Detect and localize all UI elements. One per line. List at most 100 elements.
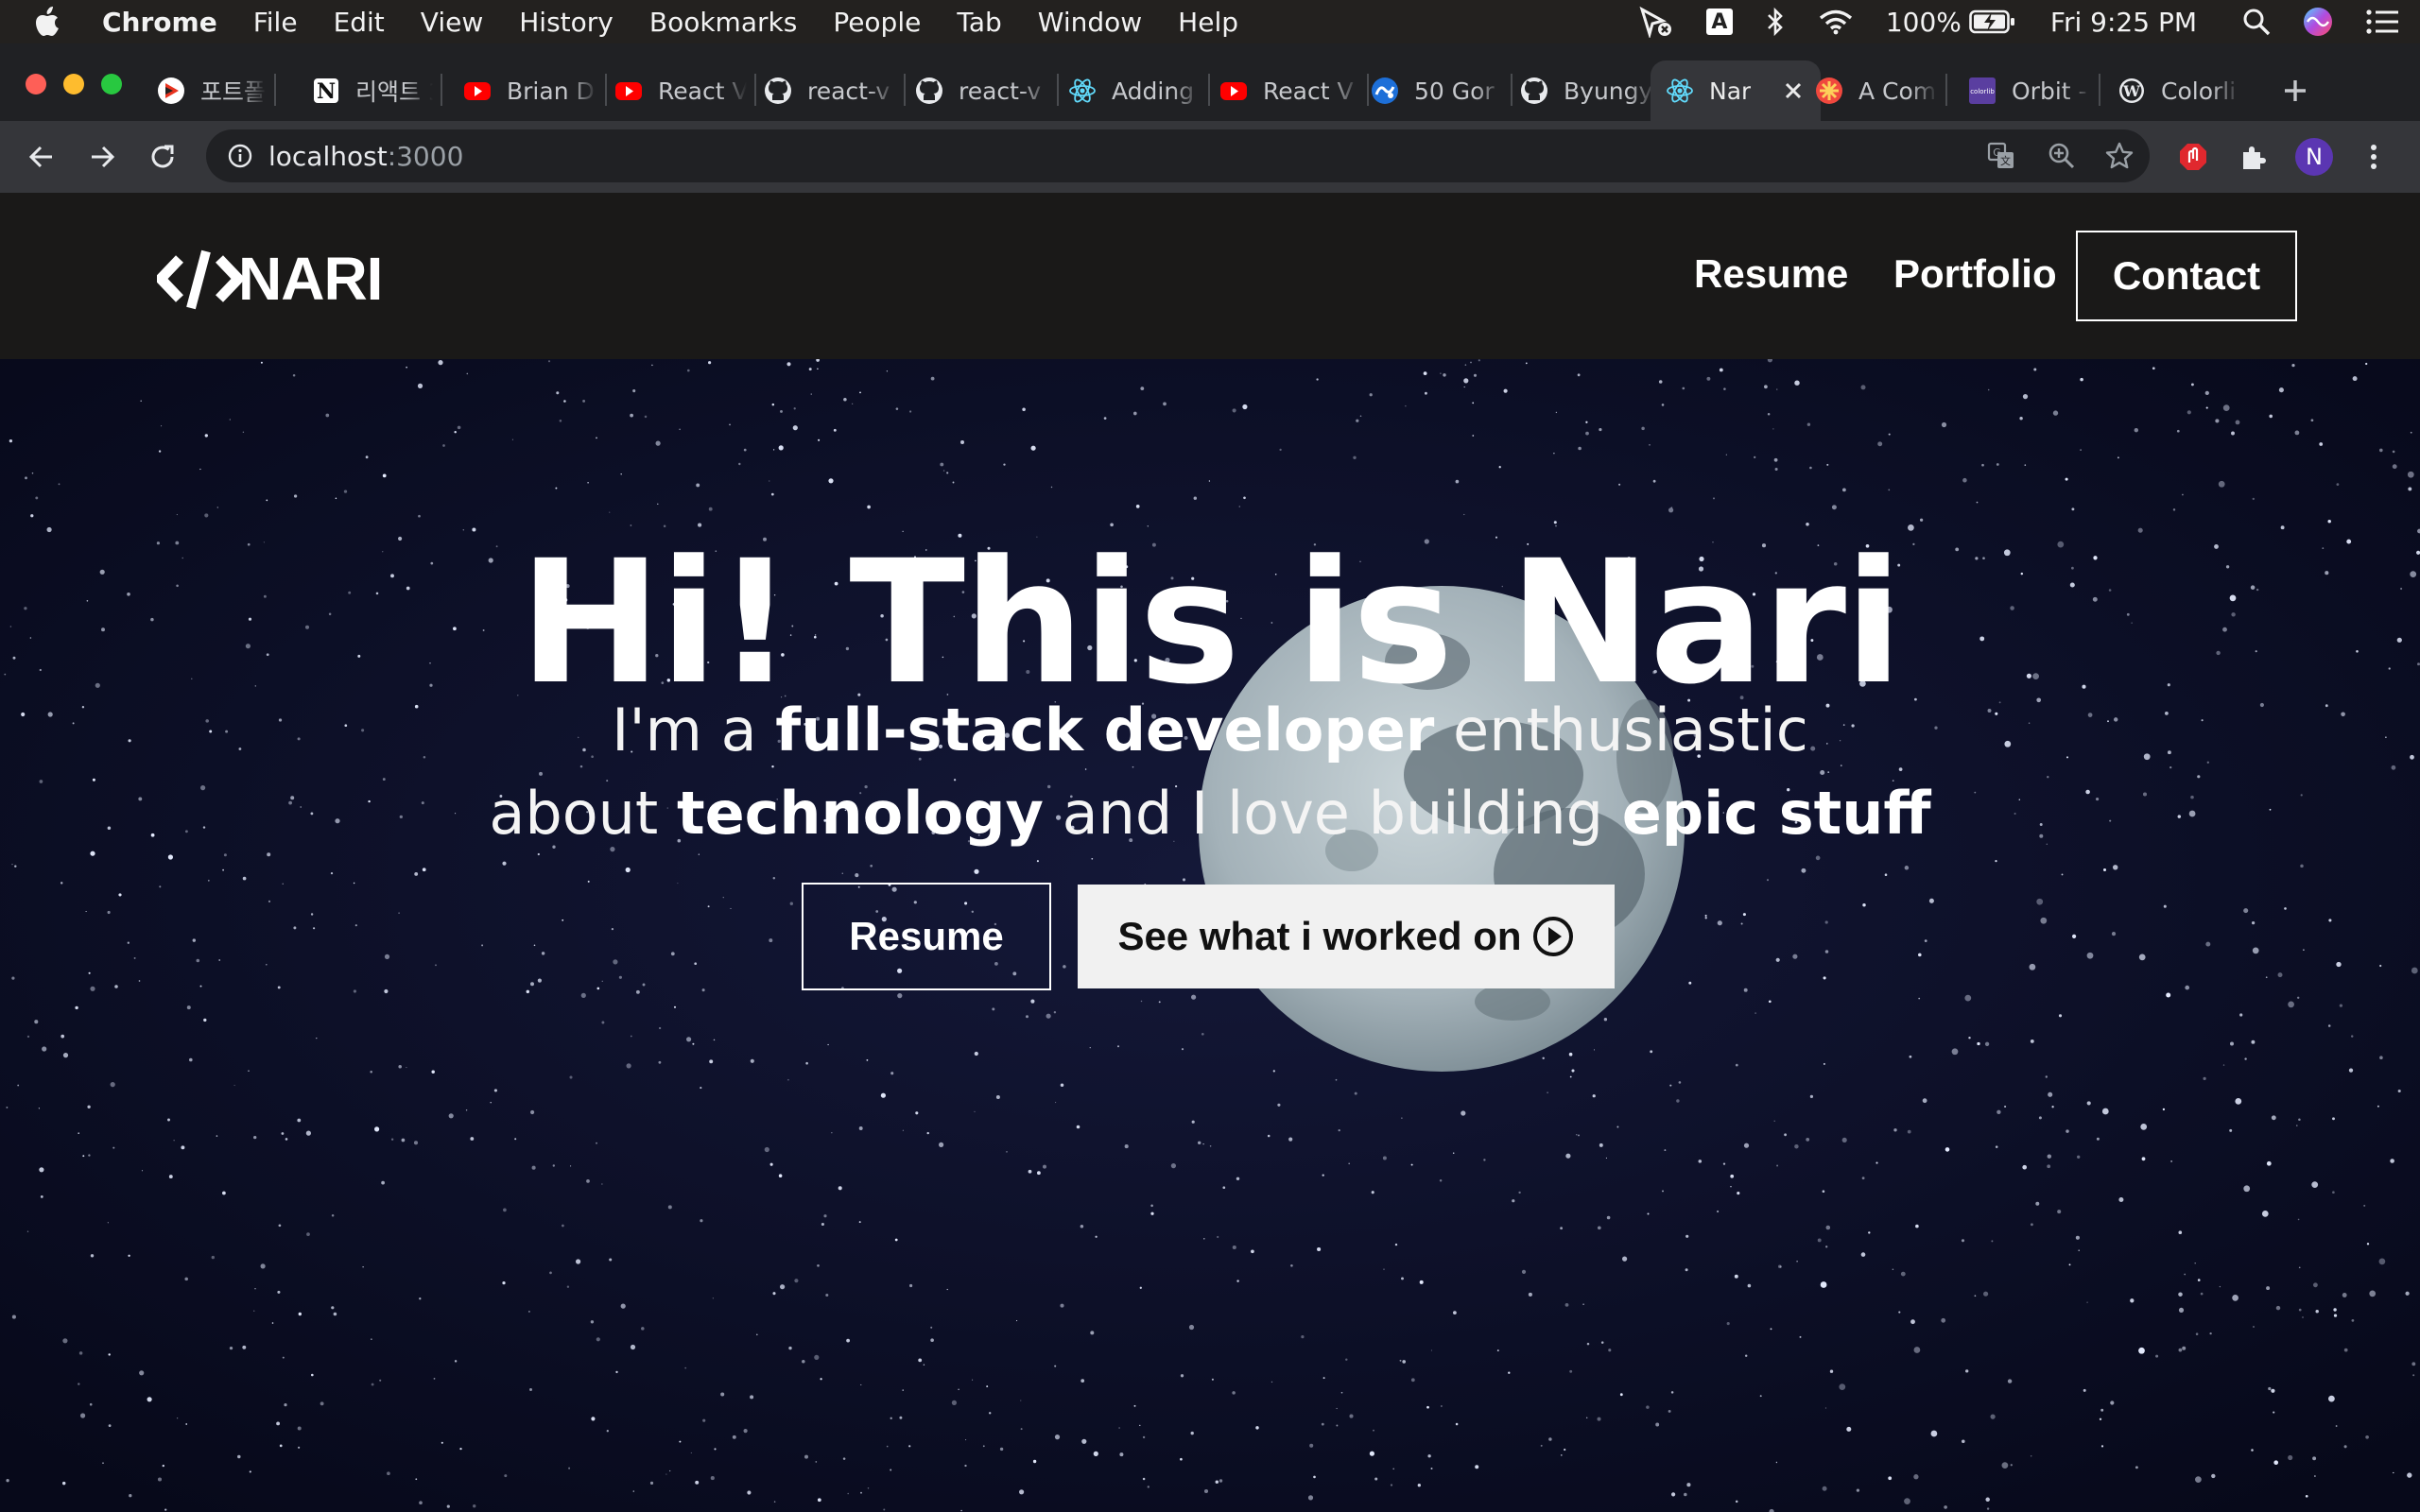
nav-resume-link[interactable]: Resume [1694, 251, 1848, 297]
tab[interactable]: React V [1219, 60, 1359, 121]
menu-history[interactable]: History [519, 7, 614, 38]
tab-close-icon[interactable] [1779, 77, 1807, 105]
site-logo[interactable]: NARI [157, 245, 383, 313]
new-tab-button[interactable] [2278, 74, 2312, 108]
web-page: NARI Resume Portfolio Contact Hi! This i… [0, 193, 2420, 1512]
tagline-highlight: technology [676, 779, 1044, 848]
translate-icon[interactable]: G文 [1987, 142, 2015, 170]
zoom-icon[interactable] [2048, 142, 2076, 170]
plus-icon [2285, 80, 2306, 101]
site-logo-text: NARI [238, 245, 383, 313]
siri-icon[interactable] [2303, 7, 2333, 37]
tab-separator [1208, 74, 1210, 106]
menu-bookmarks[interactable]: Bookmarks [649, 7, 797, 38]
menu-window[interactable]: Window [1038, 7, 1142, 38]
tab-separator [441, 74, 442, 106]
github-icon [1520, 77, 1548, 105]
svg-text:N: N [317, 79, 336, 104]
tab-separator [2099, 74, 2100, 106]
nav-contact-button[interactable]: Contact [2076, 231, 2297, 321]
hero-title: Hi! This is Nari [519, 524, 1903, 722]
menu-edit[interactable]: Edit [334, 7, 385, 38]
react-icon [1666, 77, 1694, 105]
apple-logo-icon[interactable] [36, 6, 64, 38]
menu-people[interactable]: People [833, 7, 921, 38]
input-source-indicator[interactable]: A [1705, 9, 1733, 35]
github-icon [915, 77, 943, 105]
battery-percent: 100% [1885, 6, 1962, 38]
youtube-icon [614, 77, 643, 105]
tab[interactable]: 50 Gor [1371, 60, 1503, 121]
forward-button[interactable] [85, 140, 119, 174]
svg-text:colorlib: colorlib [1970, 88, 1995, 95]
url-port: :3000 [387, 140, 464, 172]
tab[interactable]: 포트폴리 [157, 60, 267, 121]
hero-tagline-line1: I'm a full-stack developer enthusiastic [0, 701, 2420, 760]
svg-text:W: W [2122, 82, 2141, 100]
play-circle-icon [1531, 915, 1575, 958]
hero-resume-button[interactable]: Resume [802, 883, 1051, 990]
nav-portfolio-link[interactable]: Portfolio [1893, 251, 2057, 297]
wifi-icon[interactable] [1818, 8, 1854, 36]
tab[interactable]: React V [614, 60, 747, 121]
tab-separator [1945, 74, 1947, 106]
menu-clock[interactable]: Fri 9:25 PM [2050, 7, 2197, 38]
tab[interactable]: react-v [915, 60, 1049, 121]
menu-view[interactable]: View [421, 7, 483, 38]
macos-menu-bar: Chrome File Edit View History Bookmarks … [0, 0, 2420, 43]
redblack-diamond-icon [157, 77, 185, 105]
bluetooth-icon[interactable] [1765, 7, 1786, 37]
extension-adblock-icon[interactable] [2176, 140, 2210, 174]
battery-status[interactable]: 100% [1886, 7, 2016, 38]
react-icon [1068, 77, 1097, 105]
bookmark-star-icon[interactable] [2104, 141, 2135, 171]
menu-app-chrome[interactable]: Chrome [102, 7, 217, 38]
window-zoom-button[interactable] [101, 74, 122, 94]
tab[interactable]: Brian D [463, 60, 597, 121]
back-button[interactable] [25, 140, 59, 174]
profile-avatar[interactable]: N [2295, 138, 2333, 176]
github-icon [764, 77, 792, 105]
chrome-menu-kebab-icon[interactable] [2360, 140, 2388, 174]
hero-tagline-line2: about technology and I love building epi… [0, 784, 2420, 843]
tab-separator [1057, 74, 1059, 106]
reload-icon [151, 145, 174, 168]
menu-file[interactable]: File [253, 7, 298, 38]
tab[interactable]: react-v [764, 60, 896, 121]
svg-text:文: 文 [2000, 154, 2011, 167]
window-close-button[interactable] [26, 74, 46, 94]
tab[interactable]: Byungy [1520, 60, 1656, 121]
tab[interactable]: Adding [1068, 60, 1201, 121]
tab-separator [1367, 74, 1369, 106]
tagline-text: I'm a [612, 696, 776, 765]
hero-portfolio-button[interactable]: See what i worked on [1078, 885, 1615, 988]
tab-active[interactable]: Nar [1651, 60, 1821, 121]
tagline-highlight: epic stuff [1621, 779, 1931, 848]
wordpress-icon: W [2118, 77, 2146, 105]
tab[interactable]: W Colorli [2118, 60, 2240, 121]
menu-help[interactable]: Help [1178, 7, 1238, 38]
extensions-puzzle-icon[interactable] [2237, 140, 2271, 174]
tab[interactable]: N리액트 3 [312, 60, 433, 121]
hero-portfolio-button-label: See what i worked on [1117, 914, 1522, 958]
menu-tab[interactable]: Tab [957, 7, 1001, 38]
window-minimize-button[interactable] [63, 74, 84, 94]
address-bar[interactable]: localhost:3000 G文 [206, 129, 2150, 182]
url-text[interactable]: localhost:3000 [268, 141, 463, 172]
tab-title: Nar [1709, 77, 1752, 105]
blue-logo-icon [1371, 77, 1399, 105]
tab-separator [904, 74, 906, 106]
do-not-disturb-icon[interactable] [1638, 6, 1674, 38]
notification-center-icon[interactable] [2365, 9, 2399, 35]
tab-separator [605, 74, 607, 106]
tab[interactable]: colorlib Orbit - [1968, 60, 2091, 121]
reload-button[interactable] [146, 140, 180, 174]
tagline-text: about [489, 779, 677, 848]
spotlight-search-icon[interactable] [2242, 8, 2271, 36]
battery-charging-icon [1969, 9, 2014, 34]
youtube-icon [1219, 77, 1248, 105]
tab[interactable]: A Com [1815, 60, 1938, 121]
tab-separator [754, 74, 756, 106]
arrow-left-icon [28, 146, 52, 168]
site-info-icon[interactable] [227, 143, 253, 169]
